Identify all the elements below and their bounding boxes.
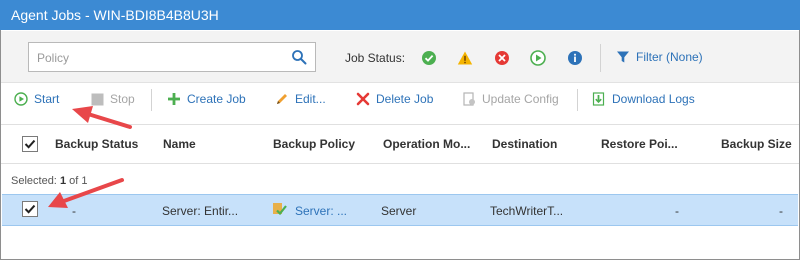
update-config-label: Update Config <box>482 92 559 106</box>
checkmark-icon <box>24 139 36 149</box>
stop-button[interactable]: Stop <box>91 92 135 106</box>
search-box[interactable] <box>28 42 316 72</box>
row-name: Server: Entir... <box>162 204 239 218</box>
create-job-label: Create Job <box>187 92 246 106</box>
error-icon[interactable] <box>493 49 511 67</box>
document-gear-icon <box>463 92 475 106</box>
create-job-button[interactable]: Create Job <box>167 92 246 106</box>
column-header-name[interactable]: Name <box>163 137 196 151</box>
row-restore-points: - <box>675 204 679 218</box>
checkmark-icon <box>24 204 36 214</box>
toolbar-separator <box>151 89 152 111</box>
row-destination: TechWriterT... <box>490 204 564 218</box>
update-config-button[interactable]: Update Config <box>462 92 559 106</box>
window-title: Agent Jobs - WIN-BDI8B4B8U3H <box>0 0 800 30</box>
row-operation-mode: Server <box>381 204 417 218</box>
column-header-backup-size[interactable]: Backup Size <box>721 137 792 151</box>
plus-icon <box>168 93 180 105</box>
filter-button[interactable]: Filter (None) <box>616 50 703 64</box>
running-icon[interactable] <box>529 49 547 67</box>
select-all-checkbox[interactable] <box>22 136 38 152</box>
start-label: Start <box>34 92 60 106</box>
column-header-destination[interactable]: Destination <box>492 137 557 151</box>
job-status-label: Job Status: <box>345 51 406 65</box>
row-backup-status: - <box>72 204 76 218</box>
filter-label: Filter (None) <box>636 50 703 64</box>
selection-summary: Selected: 1 of 1 <box>11 175 87 187</box>
play-icon <box>14 92 28 106</box>
row-backup-policy-link[interactable]: Server: ... <box>295 204 347 218</box>
download-logs-label: Download Logs <box>612 92 695 106</box>
pencil-icon <box>277 94 287 104</box>
row-checkbox[interactable] <box>22 201 38 217</box>
stop-icon <box>91 93 104 105</box>
success-icon[interactable] <box>420 49 438 67</box>
download-icon <box>592 92 605 106</box>
selected-total: of 1 <box>69 175 88 187</box>
policy-icon <box>273 203 287 216</box>
download-logs-button[interactable]: Download Logs <box>592 92 695 106</box>
filter-separator <box>600 44 601 72</box>
search-icon[interactable] <box>291 49 307 65</box>
start-button[interactable]: Start <box>14 92 59 106</box>
delete-x-icon <box>356 92 370 106</box>
toolbar-separator-2 <box>577 89 578 111</box>
selected-count: 1 <box>59 175 67 187</box>
funnel-icon <box>617 51 629 63</box>
warning-icon[interactable] <box>456 49 474 67</box>
column-header-backup-status[interactable]: Backup Status <box>55 137 138 151</box>
info-icon[interactable] <box>566 49 584 67</box>
selected-label: Selected: <box>11 175 57 187</box>
column-header-backup-policy[interactable]: Backup Policy <box>273 137 355 151</box>
column-header-restore-points[interactable]: Restore Poi... <box>601 137 678 151</box>
search-input[interactable] <box>37 49 287 67</box>
edit-button[interactable]: Edit... <box>275 92 326 106</box>
stop-label: Stop <box>110 92 135 106</box>
row-backup-size: - <box>779 204 783 218</box>
edit-label: Edit... <box>295 92 326 106</box>
column-header-operation-mode[interactable]: Operation Mo... <box>383 137 470 151</box>
delete-job-button[interactable]: Delete Job <box>356 92 433 106</box>
delete-job-label: Delete Job <box>376 92 434 106</box>
